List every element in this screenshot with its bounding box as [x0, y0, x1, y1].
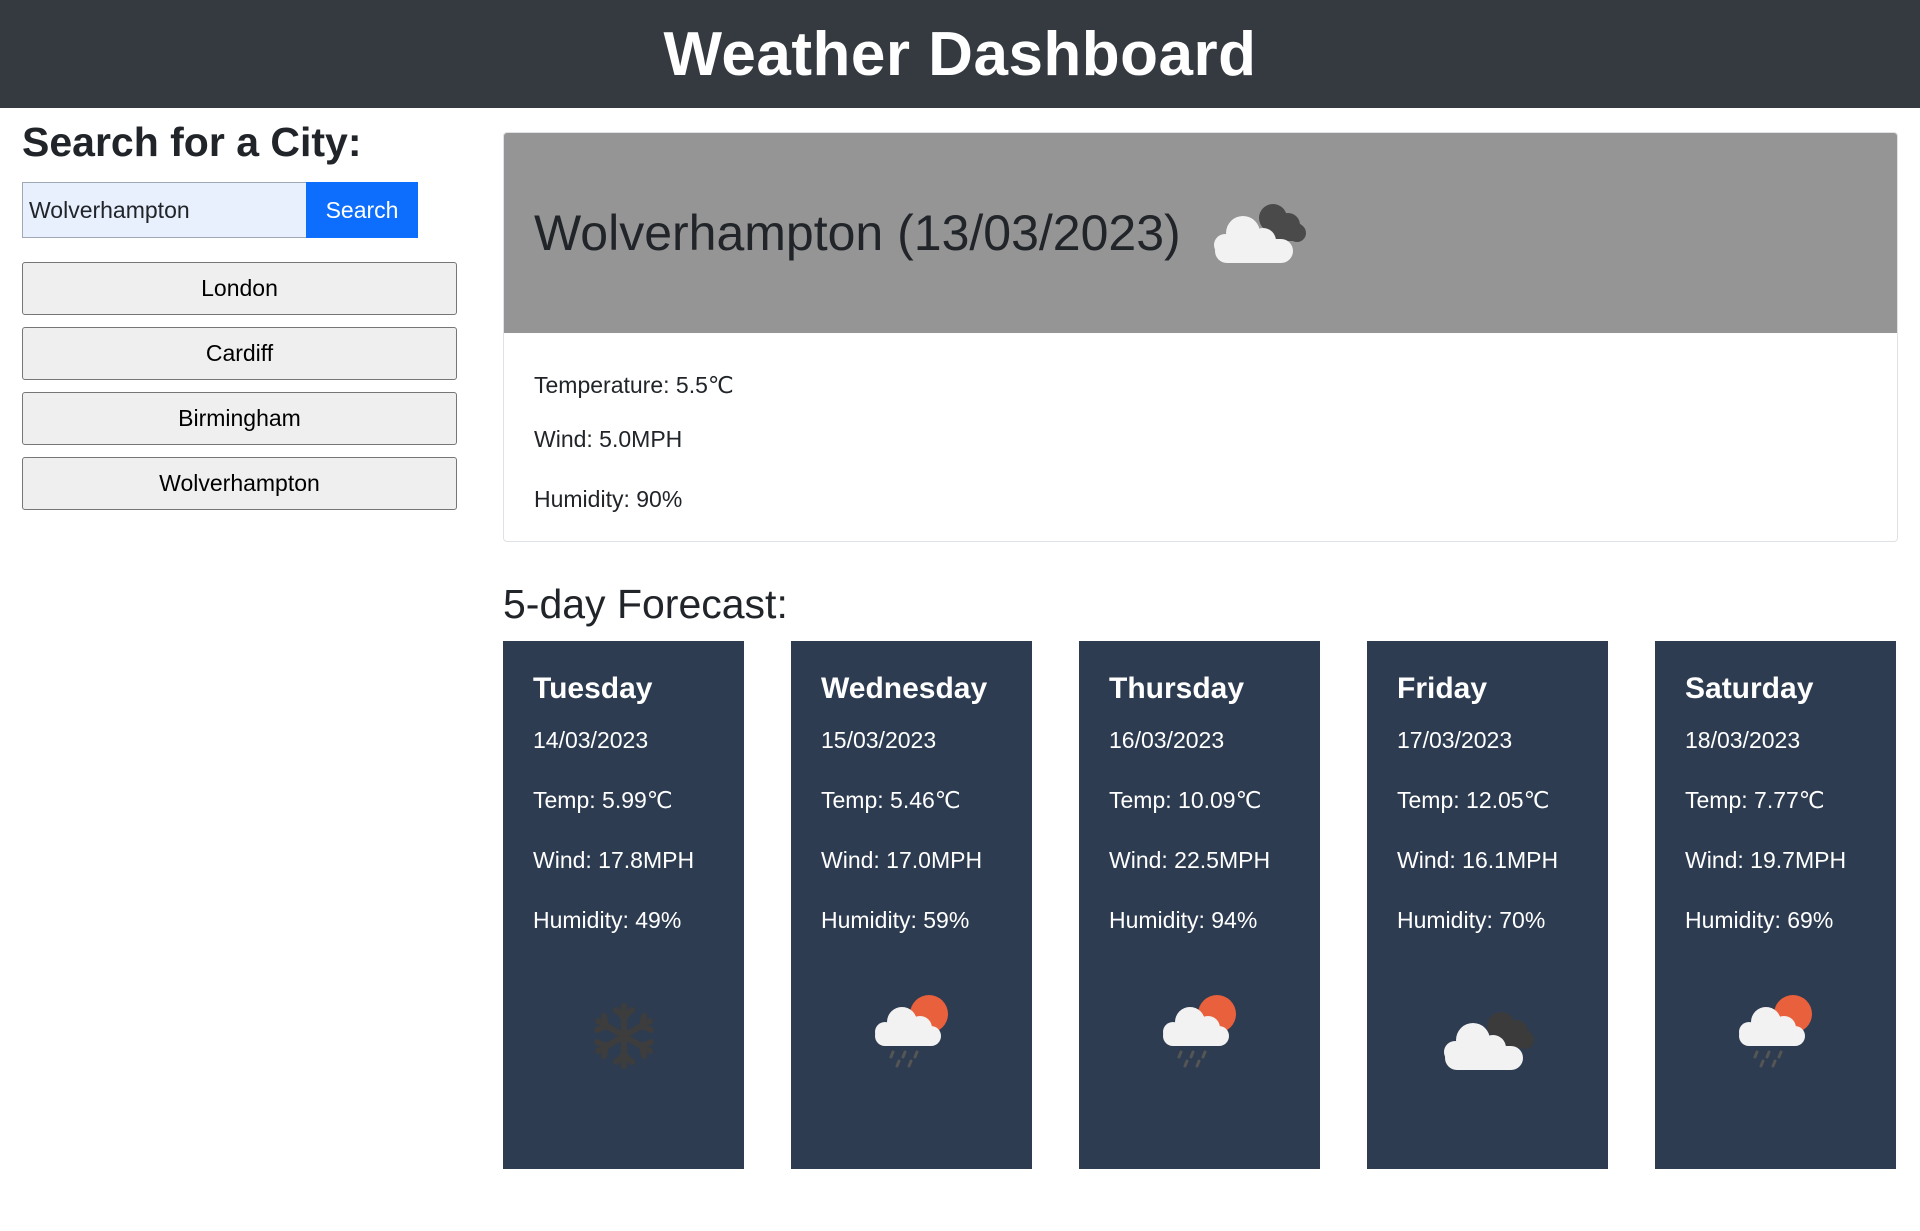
forecast-humidity: Humidity: 49% [533, 907, 682, 933]
forecast-card: Tuesday 14/03/2023 Temp: 5.99℃ Wind: 17.… [503, 641, 744, 1169]
forecast-humidity: Humidity: 70% [1397, 907, 1546, 933]
forecast-temp: Temp: 5.99℃ [533, 787, 673, 813]
app-header: Weather Dashboard [0, 0, 1920, 108]
forecast-card: Wednesday 15/03/2023 Temp: 5.46℃ Wind: 1… [791, 641, 1032, 1169]
current-weather-header: Wolverhampton (13/03/2023) [504, 133, 1897, 333]
forecast-date: 15/03/2023 [821, 727, 937, 753]
rain-sun-icon [875, 995, 948, 1068]
history-city-button[interactable]: London [22, 262, 457, 315]
forecast-day: Tuesday [533, 672, 653, 705]
forecast-temp: Temp: 12.05℃ [1397, 787, 1550, 813]
page-title: Weather Dashboard [663, 19, 1257, 89]
forecast-temp: Temp: 5.46℃ [821, 787, 961, 813]
forecast-humidity: Humidity: 59% [821, 907, 970, 933]
forecast-date: 14/03/2023 [533, 727, 649, 753]
current-city-title: Wolverhampton (13/03/2023) [534, 205, 1181, 261]
search-button[interactable]: Search [306, 182, 418, 238]
broken-clouds-icon [1444, 1012, 1534, 1070]
forecast-day: Thursday [1109, 672, 1245, 705]
forecast-wind: Wind: 17.0MPH [821, 847, 983, 873]
forecast-day: Saturday [1685, 672, 1814, 705]
broken-clouds-icon [1213, 204, 1306, 263]
forecast-humidity: Humidity: 94% [1109, 907, 1258, 933]
city-search-input[interactable] [22, 182, 306, 238]
forecast-wind: Wind: 22.5MPH [1109, 847, 1271, 873]
history-city-button[interactable]: Wolverhampton [22, 457, 457, 510]
forecast-temp: Temp: 10.09℃ [1109, 787, 1262, 813]
forecast-wind: Wind: 19.7MPH [1685, 847, 1847, 873]
forecast-humidity: Humidity: 69% [1685, 907, 1834, 933]
forecast-cards: Tuesday 14/03/2023 Temp: 5.99℃ Wind: 17.… [503, 641, 1898, 1169]
current-weather-details: Temperature: 5.5℃ Wind: 5.0MPH Humidity:… [504, 333, 1897, 517]
snow-icon [594, 1003, 654, 1069]
forecast-day: Wednesday [821, 672, 988, 705]
current-temperature: Temperature: 5.5℃ [534, 372, 734, 398]
search-history: London Cardiff Birmingham Wolverhampton [22, 262, 459, 510]
rain-sun-icon [1739, 995, 1812, 1068]
sidebar: Search for a City: Search London Cardiff… [22, 108, 459, 522]
search-form: Search [22, 182, 459, 238]
forecast-day: Friday [1397, 672, 1488, 705]
forecast-card: Friday 17/03/2023 Temp: 12.05℃ Wind: 16.… [1367, 641, 1608, 1169]
forecast-wind: Wind: 16.1MPH [1397, 847, 1559, 873]
forecast-card: Saturday 18/03/2023 Temp: 7.77℃ Wind: 19… [1655, 641, 1896, 1169]
rain-sun-icon [1163, 995, 1236, 1068]
forecast-date: 16/03/2023 [1109, 727, 1225, 753]
current-weather-card: Wolverhampton (13/03/2023) Temperature: … [503, 132, 1898, 542]
history-city-button[interactable]: Birmingham [22, 392, 457, 445]
forecast-date: 17/03/2023 [1397, 727, 1513, 753]
forecast-wind: Wind: 17.8MPH [533, 847, 695, 873]
current-humidity: Humidity: 90% [534, 486, 683, 512]
current-wind: Wind: 5.0MPH [534, 426, 683, 452]
search-heading: Search for a City: [22, 119, 362, 165]
forecast-title: 5-day Forecast: [503, 581, 788, 627]
history-city-button[interactable]: Cardiff [22, 327, 457, 380]
forecast-temp: Temp: 7.77℃ [1685, 787, 1825, 813]
forecast-date: 18/03/2023 [1685, 727, 1801, 753]
forecast-card: Thursday 16/03/2023 Temp: 10.09℃ Wind: 2… [1079, 641, 1320, 1169]
